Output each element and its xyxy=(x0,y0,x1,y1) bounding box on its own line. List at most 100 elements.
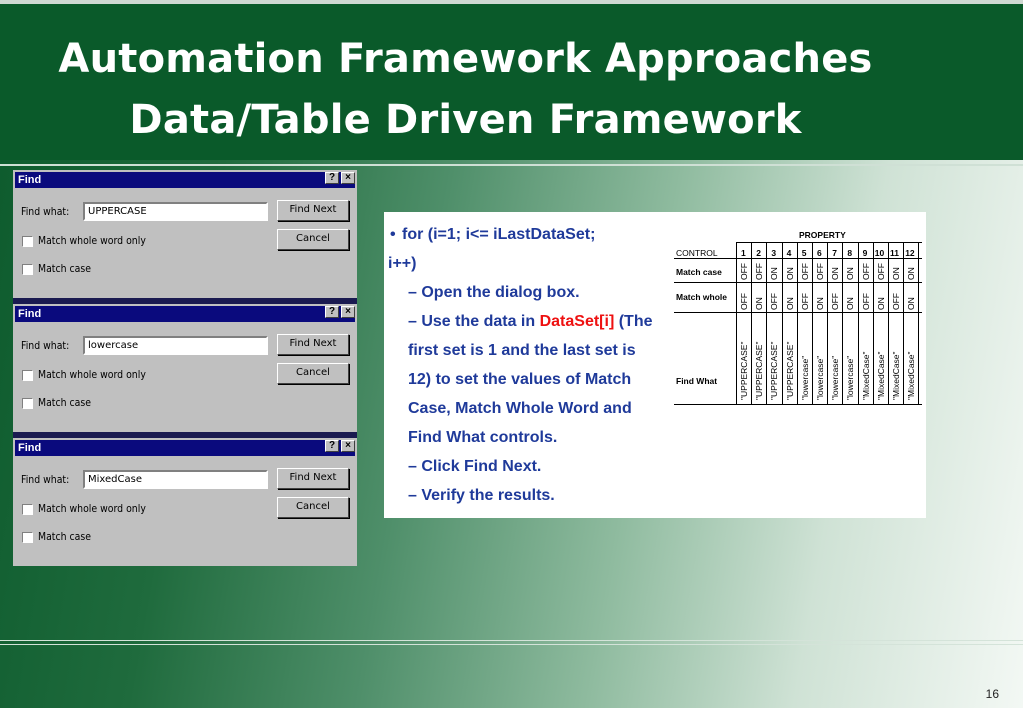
table-line xyxy=(827,242,828,404)
footer-line xyxy=(0,640,1023,641)
match-case-label: Match case xyxy=(38,262,92,275)
cell-value: "UPPERCASE" xyxy=(769,341,780,400)
find-what-label: Find what: xyxy=(21,205,70,218)
dialog-titlebar: Find xyxy=(15,306,355,322)
table-line xyxy=(873,242,874,404)
cell-value: ON xyxy=(906,297,917,310)
column-number: 6 xyxy=(817,248,822,258)
cell-value: OFF xyxy=(799,263,810,280)
table-line xyxy=(888,242,889,404)
help-icon[interactable]: ? xyxy=(325,440,339,452)
step-use-data-line4: Case, Match Whole Word and xyxy=(408,400,632,417)
match-case-checkbox[interactable] xyxy=(22,398,33,409)
close-icon[interactable]: × xyxy=(341,440,355,452)
find-next-button[interactable]: Find Next xyxy=(277,334,349,355)
table-line xyxy=(842,242,843,404)
table-line xyxy=(674,404,922,405)
find-dialog-3: Find ? × Find what: MixedCase Find Next … xyxy=(13,438,357,566)
cell-value: ON xyxy=(815,297,825,310)
cancel-button[interactable]: Cancel xyxy=(277,497,349,518)
step-use-data: – Use the data in DataSet[i] (The xyxy=(408,307,653,336)
cell-value: OFF xyxy=(815,263,825,280)
dialog-titlebar: Find xyxy=(15,172,355,188)
step-use-data-post: (The xyxy=(614,313,653,330)
match-whole-label: Match whole word only xyxy=(38,234,146,247)
dialog-titlebar: Find xyxy=(15,440,355,456)
cell-value: ON xyxy=(906,267,917,280)
find-what-input[interactable]: lowercase xyxy=(83,336,268,355)
step-open: – Open the dialog box. xyxy=(408,284,580,301)
find-what-input[interactable]: UPPERCASE xyxy=(83,202,268,221)
table-line xyxy=(674,282,922,283)
step-use-data-line2: first set is 1 and the last set is xyxy=(408,342,636,359)
row-label: Find What xyxy=(676,376,718,386)
cell-value: ON xyxy=(875,297,886,310)
table-line xyxy=(751,242,752,404)
table-line xyxy=(812,242,813,404)
cell-value: "MixedCase" xyxy=(906,351,917,400)
cell-value: "UPPERCASE" xyxy=(784,341,795,400)
find-dialog-1: Find ? × Find what: UPPERCASE Find Next … xyxy=(13,170,357,304)
row-label: Match whole xyxy=(676,292,728,302)
cell-value: "MixedCase" xyxy=(891,351,901,400)
cell-value: "MixedCase" xyxy=(875,351,886,400)
cancel-button[interactable]: Cancel xyxy=(277,363,349,384)
help-icon[interactable]: ? xyxy=(325,172,339,184)
column-number: 4 xyxy=(786,248,792,258)
cell-value: "UPPERCASE" xyxy=(754,341,765,400)
find-next-button[interactable]: Find Next xyxy=(277,200,349,221)
cell-value: "lowercase" xyxy=(845,355,856,400)
cell-value: OFF xyxy=(739,263,749,280)
match-case-checkbox[interactable] xyxy=(22,532,33,543)
table-line xyxy=(736,242,737,404)
step-use-data-line3: 12) to set the values of Match xyxy=(408,371,632,388)
property-table: PROPERTY CONTROL 1 2 3 4 5 6 7 8 9 10 11 12 Match ca… xyxy=(674,224,922,412)
table-line xyxy=(858,242,859,404)
cell-value: ON xyxy=(845,267,856,280)
close-icon[interactable]: × xyxy=(341,306,355,318)
cell-value: "MixedCase" xyxy=(860,351,871,400)
cancel-button[interactable]: Cancel xyxy=(277,229,349,250)
slide-subtitle: Data/Table Driven Framework xyxy=(129,97,802,143)
column-number: 12 xyxy=(905,248,915,258)
table-line xyxy=(903,242,904,404)
find-what-input[interactable]: MixedCase xyxy=(83,470,268,489)
cell-value: OFF xyxy=(830,293,841,310)
find-what-label: Find what: xyxy=(21,339,70,352)
find-next-button[interactable]: Find Next xyxy=(277,468,349,489)
cell-value: ON xyxy=(845,297,856,310)
step-verify: – Verify the results. xyxy=(408,487,555,504)
match-whole-checkbox[interactable] xyxy=(22,504,33,515)
cell-value: OFF xyxy=(875,263,886,280)
help-icon[interactable]: ? xyxy=(325,306,339,318)
match-whole-checkbox[interactable] xyxy=(22,236,33,247)
cell-value: OFF xyxy=(860,293,871,310)
column-number: 10 xyxy=(874,248,885,258)
column-number: 3 xyxy=(771,248,777,258)
cell-value: ON xyxy=(784,297,795,310)
match-case-checkbox[interactable] xyxy=(22,264,33,275)
table-line xyxy=(736,242,922,243)
table-line xyxy=(674,312,922,313)
step-use-data-pre: – Use the data in xyxy=(408,313,540,330)
column-number: 5 xyxy=(801,248,807,258)
property-header: PROPERTY xyxy=(799,230,846,240)
match-whole-checkbox[interactable] xyxy=(22,370,33,381)
column-number: 2 xyxy=(756,248,761,258)
loop-line-1: for (i=1; i<= iLastDataSet; xyxy=(402,226,596,243)
column-number: 8 xyxy=(847,248,853,258)
dataset-highlight: DataSet[i] xyxy=(539,313,615,330)
table-line xyxy=(797,242,798,404)
cell-value: ON xyxy=(784,267,795,280)
find-dialogs: Find ? × Find what: UPPERCASE Find Next … xyxy=(13,170,357,566)
column-number: 9 xyxy=(862,248,868,258)
cell-value: "UPPERCASE" xyxy=(739,341,749,400)
loop-line-2: i++) xyxy=(388,255,417,272)
info-panel: • for (i=1; i<= iLastDataSet; i++) – Ope… xyxy=(384,212,926,518)
page-number: 16 xyxy=(985,687,999,701)
cell-value: "lowercase" xyxy=(815,355,825,400)
slide-title: Automation Framework Approaches xyxy=(58,36,873,82)
close-icon[interactable]: × xyxy=(341,172,355,184)
match-whole-label: Match whole word only xyxy=(38,502,146,515)
table-line xyxy=(918,242,919,404)
